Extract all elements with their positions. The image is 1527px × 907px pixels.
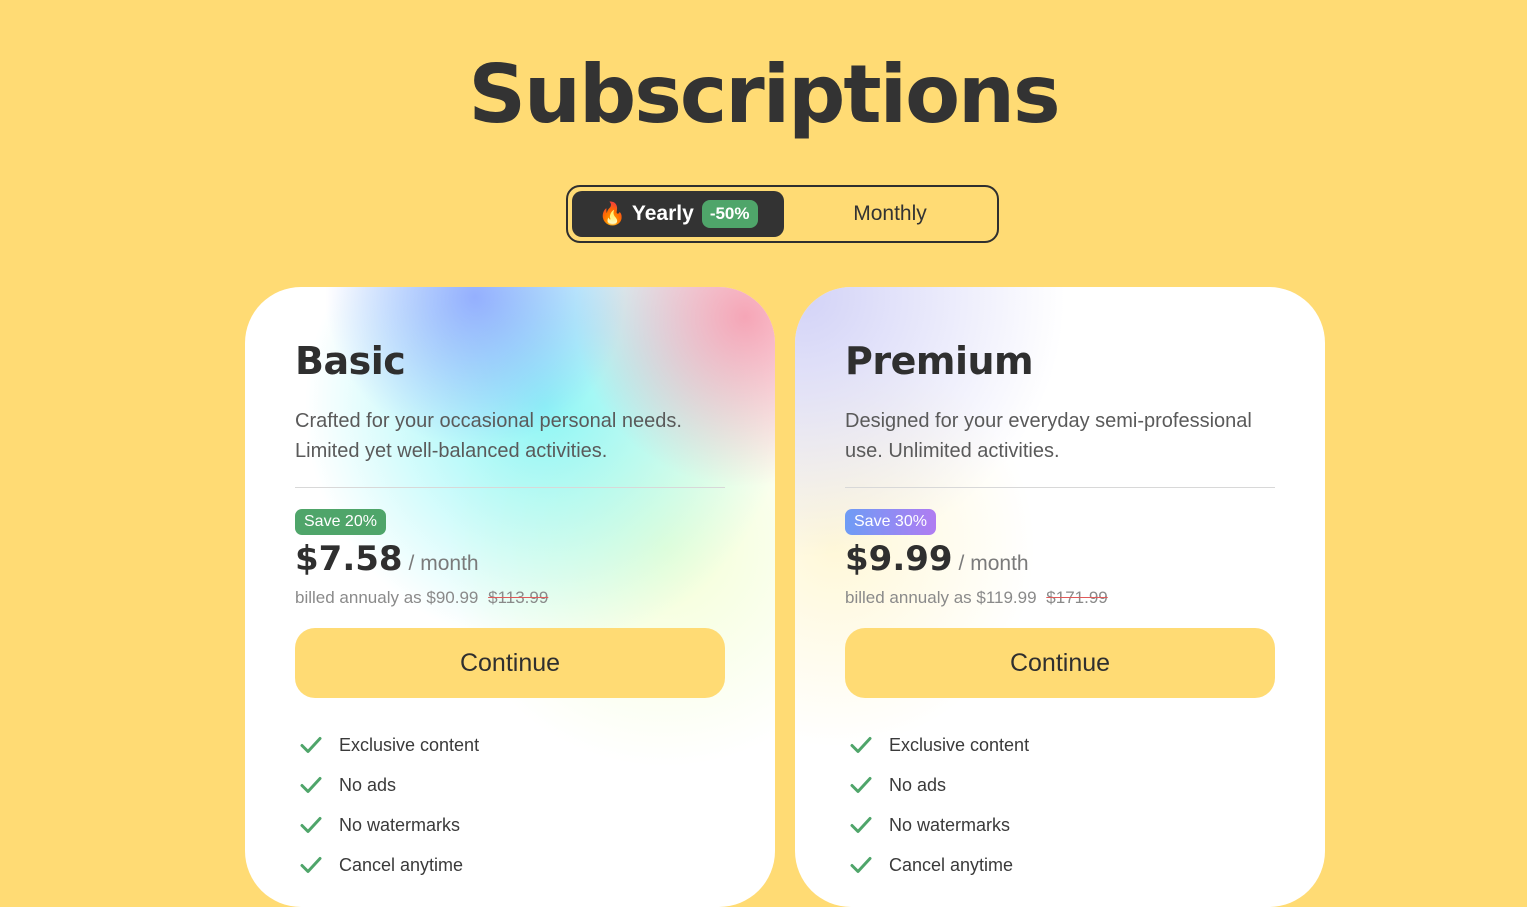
- feature-item: Exclusive content: [845, 725, 1029, 765]
- price-period: / month: [408, 552, 479, 575]
- continue-button[interactable]: Continue: [295, 628, 725, 698]
- feature-list: Exclusive content No ads No watermarks C…: [295, 725, 479, 885]
- fire-icon: 🔥: [598, 201, 626, 226]
- feature-label: Cancel anytime: [889, 854, 1014, 875]
- feature-item: No ads: [845, 765, 1029, 805]
- save-badge: Save 20%: [295, 509, 386, 535]
- divider: [295, 487, 725, 488]
- old-price: $171.99: [1046, 588, 1108, 607]
- check-icon: [850, 737, 872, 753]
- premium-plan-card: Premium Designed for your everyday semi-…: [795, 287, 1325, 907]
- price-value: $9.99: [845, 539, 953, 579]
- feature-list: Exclusive content No ads No watermarks C…: [845, 725, 1029, 885]
- yearly-toggle-button[interactable]: 🔥 Yearly -50%: [572, 191, 784, 237]
- check-icon: [300, 817, 322, 833]
- basic-plan-card: Basic Crafted for your occasional person…: [245, 287, 775, 907]
- check-icon: [850, 857, 872, 873]
- check-icon: [300, 857, 322, 873]
- check-icon: [850, 777, 872, 793]
- plan-description: Designed for your everyday semi-professi…: [845, 410, 1252, 462]
- billed-annual-text: billed annualy as $90.99: [295, 588, 479, 607]
- plan-description: Crafted for your occasional personal nee…: [295, 410, 682, 462]
- feature-label: No ads: [339, 774, 397, 795]
- plan-name: Premium: [845, 339, 1034, 383]
- old-price: $113.99: [488, 588, 549, 607]
- feature-item: No watermarks: [295, 805, 479, 845]
- feature-item: No watermarks: [845, 805, 1029, 845]
- price-row: $7.58 / month: [295, 539, 479, 579]
- price-row: $9.99 / month: [845, 539, 1029, 579]
- yearly-discount-badge: -50%: [701, 200, 758, 228]
- feature-item: Cancel anytime: [295, 845, 479, 885]
- feature-item: No ads: [295, 765, 479, 805]
- feature-label: Exclusive content: [339, 734, 480, 755]
- price-period: / month: [958, 552, 1029, 575]
- feature-label: No watermarks: [889, 814, 1011, 835]
- plan-name: Basic: [295, 339, 406, 383]
- yearly-label: Yearly: [631, 202, 694, 225]
- check-icon: [300, 777, 322, 793]
- price-value: $7.58: [295, 539, 403, 579]
- billing-toggle: 🔥 Yearly -50% Monthly: [566, 185, 999, 243]
- feature-label: Cancel anytime: [339, 854, 464, 875]
- divider: [845, 487, 1275, 488]
- billing-note: billed annualy as $119.99 $171.99: [845, 588, 1108, 608]
- page-title: Subscriptions: [468, 48, 1060, 141]
- billing-note: billed annualy as $90.99 $113.99: [295, 588, 548, 608]
- feature-label: Exclusive content: [889, 734, 1030, 755]
- feature-label: No watermarks: [339, 814, 461, 835]
- monthly-toggle-button[interactable]: Monthly: [784, 191, 996, 237]
- save-badge: Save 30%: [845, 509, 936, 535]
- feature-item: Exclusive content: [295, 725, 479, 765]
- billed-annual-text: billed annualy as $119.99: [845, 588, 1037, 607]
- continue-button[interactable]: Continue: [845, 628, 1275, 698]
- check-icon: [850, 817, 872, 833]
- feature-item: Cancel anytime: [845, 845, 1029, 885]
- monthly-label: Monthly: [853, 202, 927, 225]
- feature-label: No ads: [889, 774, 947, 795]
- check-icon: [300, 737, 322, 753]
